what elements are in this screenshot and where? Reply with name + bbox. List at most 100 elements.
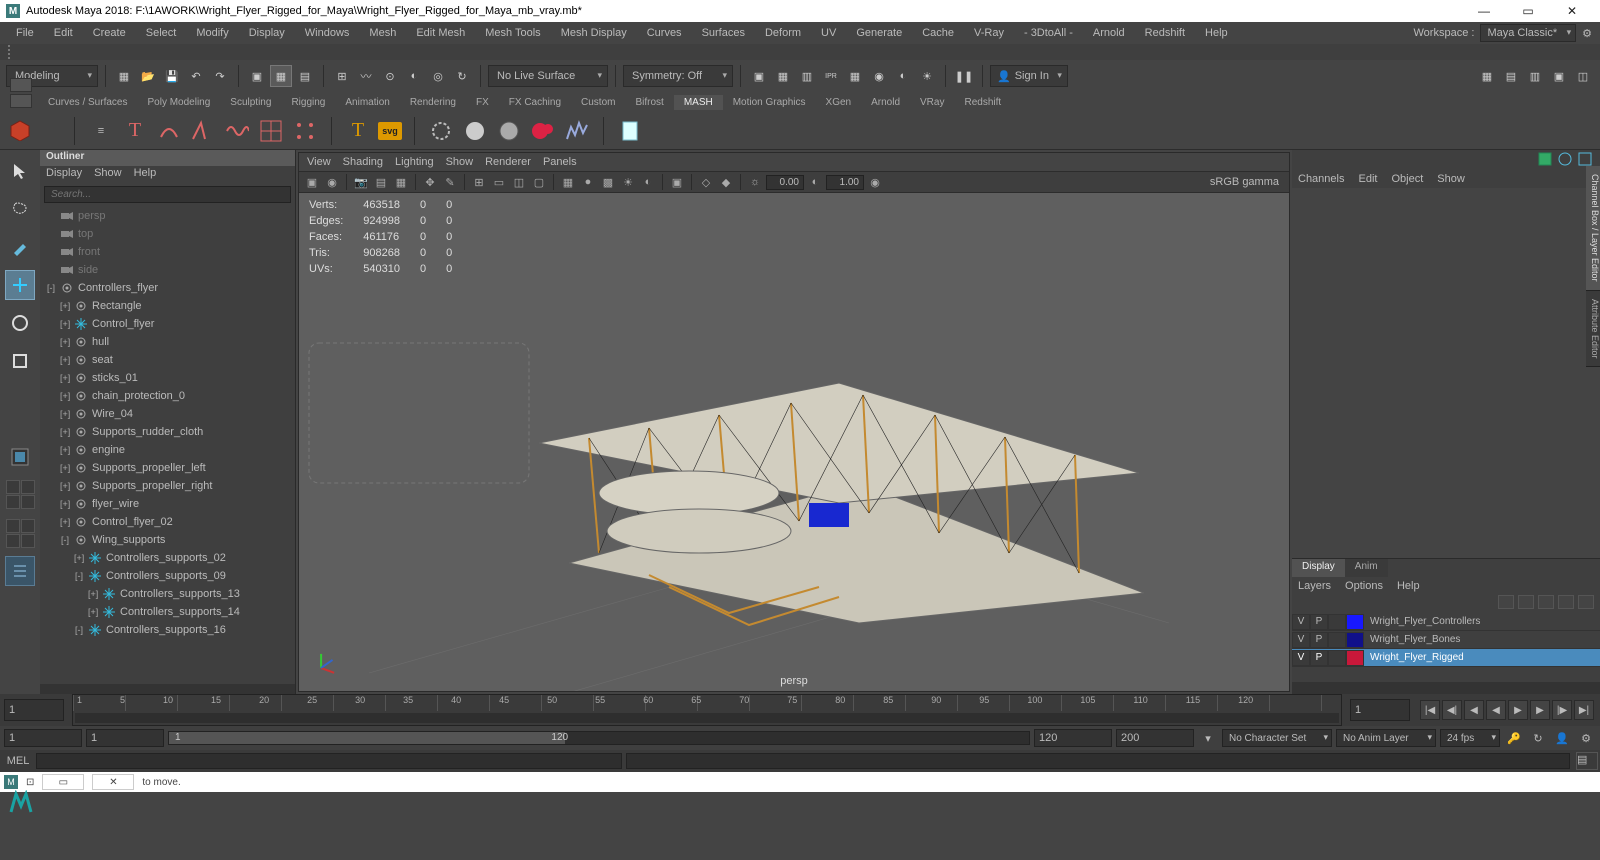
shelf-tab-redshift[interactable]: Redshift [954, 95, 1011, 110]
go-to-start-button[interactable]: |◀ [1420, 700, 1440, 720]
expand-toggle[interactable]: [+] [60, 517, 70, 527]
vp-resolution-icon[interactable]: ◫ [510, 173, 528, 191]
menu-mesh[interactable]: Mesh [361, 22, 404, 44]
expand-toggle[interactable]: [+] [60, 319, 70, 329]
vp-light-icon[interactable]: ☀ [619, 173, 637, 191]
outliner-menu-display[interactable]: Display [46, 167, 82, 183]
outliner-menu-help[interactable]: Help [134, 167, 157, 183]
vp-gate-mask-icon[interactable]: ▢ [530, 173, 548, 191]
vp-menu-renderer[interactable]: Renderer [485, 156, 531, 168]
outliner-item[interactable]: [+]seat [40, 351, 295, 369]
time-slider[interactable]: 1510152025303540455055606570758085909510… [72, 694, 1342, 726]
taskbar-window-thumb[interactable]: ▭ [42, 774, 84, 790]
vp-shaded-icon[interactable]: ● [579, 173, 597, 191]
outliner-item[interactable]: top [40, 225, 295, 243]
open-scene-icon[interactable]: 📂 [137, 65, 159, 87]
expand-toggle[interactable]: [+] [60, 409, 70, 419]
shelf-tab-fx[interactable]: FX [466, 95, 499, 110]
layer-menu-help[interactable]: Help [1397, 580, 1420, 592]
vp-shadows-icon[interactable]: ◐ [639, 173, 657, 191]
snap-plane-icon[interactable]: ◐ [403, 65, 425, 87]
layout-grid-icon[interactable] [6, 480, 35, 509]
outliner-item[interactable]: [+]sticks_01 [40, 369, 295, 387]
mash-signal-icon[interactable] [223, 117, 251, 145]
vp-gamma-value[interactable]: 1.00 [826, 175, 864, 190]
script-editor-button[interactable]: ▤ [1576, 752, 1598, 770]
outliner-item[interactable]: [+]Rectangle [40, 297, 295, 315]
vp-xray-icon[interactable]: ◇ [697, 173, 715, 191]
expand-toggle[interactable]: [+] [60, 301, 70, 311]
vp-menu-view[interactable]: View [307, 156, 331, 168]
expand-toggle[interactable]: [+] [60, 445, 70, 455]
taskbar-close-thumb[interactable]: ✕ [92, 774, 134, 790]
outliner-item[interactable]: persp [40, 207, 295, 225]
menu-redshift[interactable]: Redshift [1137, 22, 1193, 44]
layer-row[interactable]: VPWright_Flyer_Bones [1292, 631, 1600, 649]
shelf-tab-rigging[interactable]: Rigging [281, 95, 335, 110]
outliner-item[interactable]: [+]flyer_wire [40, 495, 295, 513]
fps-selector[interactable]: 24 fps [1440, 729, 1500, 747]
render-icon-3[interactable]: ▥ [796, 65, 818, 87]
redo-icon[interactable]: ↷ [209, 65, 231, 87]
cb-menu-object[interactable]: Object [1391, 173, 1423, 185]
select-tool[interactable] [5, 156, 35, 186]
lasso-tool[interactable] [5, 194, 35, 224]
snap-curve-icon[interactable]: 〰 [355, 65, 377, 87]
shelf-tab-custom[interactable]: Custom [571, 95, 625, 110]
outliner-item[interactable]: [+]Controllers_supports_14 [40, 603, 295, 621]
current-frame-left[interactable]: 1 [4, 699, 64, 721]
menu-generate[interactable]: Generate [848, 22, 910, 44]
vp-menu-shading[interactable]: Shading [343, 156, 383, 168]
layout-grid2-icon[interactable] [6, 519, 35, 548]
minimize-button[interactable]: — [1462, 0, 1506, 22]
expand-toggle[interactable]: [+] [60, 355, 70, 365]
snap-point-icon[interactable]: ⊙ [379, 65, 401, 87]
vp-menu-show[interactable]: Show [446, 156, 474, 168]
menu-create[interactable]: Create [85, 22, 134, 44]
expand-toggle[interactable]: [+] [60, 337, 70, 347]
layer-tool-1[interactable] [1498, 595, 1514, 609]
loop-icon[interactable]: ↻ [1528, 729, 1548, 747]
menu-uv[interactable]: UV [813, 22, 844, 44]
vp-xray-joints-icon[interactable]: ◆ [717, 173, 735, 191]
outliner-item[interactable]: [+]Supports_propeller_left [40, 459, 295, 477]
shelf-tab-mash[interactable]: MASH [674, 95, 723, 110]
playback-start-field[interactable]: 1 [86, 729, 164, 747]
vp-grease-icon[interactable]: ✎ [441, 173, 459, 191]
anim-pref-icon[interactable]: ⚙ [1576, 729, 1596, 747]
new-scene-icon[interactable]: ▦ [113, 65, 135, 87]
step-forward-key-button[interactable]: |▶ [1552, 700, 1572, 720]
vp-image-plane-icon[interactable]: ▦ [392, 173, 410, 191]
vp-exposure-value[interactable]: 0.00 [766, 175, 804, 190]
side-tab-attribute[interactable]: Attribute Editor [1586, 291, 1600, 368]
outliner-item[interactable]: [+]Control_flyer [40, 315, 295, 333]
menu-deform[interactable]: Deform [757, 22, 809, 44]
outliner-hscroll[interactable] [40, 684, 295, 694]
move-tool[interactable] [5, 270, 35, 300]
layer-playback[interactable]: P [1310, 650, 1328, 666]
expand-toggle[interactable]: [-] [60, 535, 70, 545]
shelf-tab-poly[interactable]: Poly Modeling [137, 95, 220, 110]
cb-menu-edit[interactable]: Edit [1358, 173, 1377, 185]
scale-tool[interactable] [5, 346, 35, 376]
layer-tool-3[interactable] [1538, 595, 1554, 609]
vp-camera-icon[interactable]: 📷 [352, 173, 370, 191]
layer-playback[interactable]: P [1310, 614, 1328, 630]
vp-2d-pan-icon[interactable]: ✥ [421, 173, 439, 191]
layer-visibility[interactable]: V [1292, 632, 1310, 648]
vp-menu-lighting[interactable]: Lighting [395, 156, 434, 168]
vp-gamma-label[interactable]: sRGB gamma [1204, 176, 1285, 188]
outliner-search-input[interactable] [44, 186, 291, 203]
select-mode-object-icon[interactable]: ▣ [246, 65, 268, 87]
anim-end-field[interactable]: 200 [1116, 729, 1194, 747]
mash-cloth-icon[interactable] [495, 117, 523, 145]
step-forward-button[interactable]: ▶ [1530, 700, 1550, 720]
select-mode-hierarchy-icon[interactable]: ▤ [294, 65, 316, 87]
vp-lock-camera-icon[interactable]: ◉ [323, 173, 341, 191]
expand-toggle[interactable]: [-] [74, 571, 84, 581]
range-opt-icon[interactable]: ▾ [1198, 729, 1218, 747]
light-editor-icon[interactable]: ☀ [916, 65, 938, 87]
cb-icon-1[interactable] [1538, 152, 1554, 168]
shelf-tab-xgen[interactable]: XGen [816, 95, 862, 110]
select-mode-component-icon[interactable]: ▦ [270, 65, 292, 87]
